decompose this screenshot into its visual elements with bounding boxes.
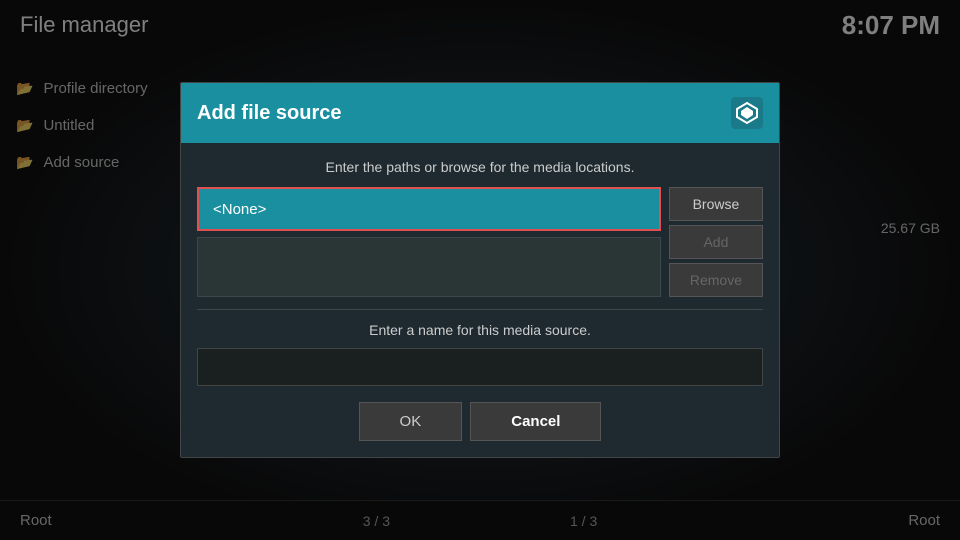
ok-button[interactable]: OK xyxy=(359,402,463,441)
path-input-row: Browse Add Remove xyxy=(197,187,763,297)
dialog: Add file source Enter the paths or brows… xyxy=(180,82,780,458)
remove-button[interactable]: Remove xyxy=(669,263,763,297)
path-input[interactable] xyxy=(197,187,661,231)
name-instruction: Enter a name for this media source. xyxy=(197,322,763,338)
kodi-icon-button[interactable] xyxy=(731,97,763,129)
dialog-body: Enter the paths or browse for the media … xyxy=(181,143,779,457)
browse-button[interactable]: Browse xyxy=(669,187,763,221)
dialog-actions: OK Cancel xyxy=(197,402,763,441)
dialog-title: Add file source xyxy=(197,102,341,125)
side-buttons: Browse Add Remove xyxy=(669,187,763,297)
cancel-button[interactable]: Cancel xyxy=(470,402,601,441)
kodi-logo-icon xyxy=(735,101,759,125)
paths-list xyxy=(197,237,661,297)
modal-overlay: Add file source Enter the paths or brows… xyxy=(0,0,960,540)
add-button[interactable]: Add xyxy=(669,225,763,259)
path-instruction: Enter the paths or browse for the media … xyxy=(197,159,763,175)
dialog-header: Add file source xyxy=(181,83,779,143)
name-input[interactable] xyxy=(197,348,763,386)
divider xyxy=(197,309,763,310)
